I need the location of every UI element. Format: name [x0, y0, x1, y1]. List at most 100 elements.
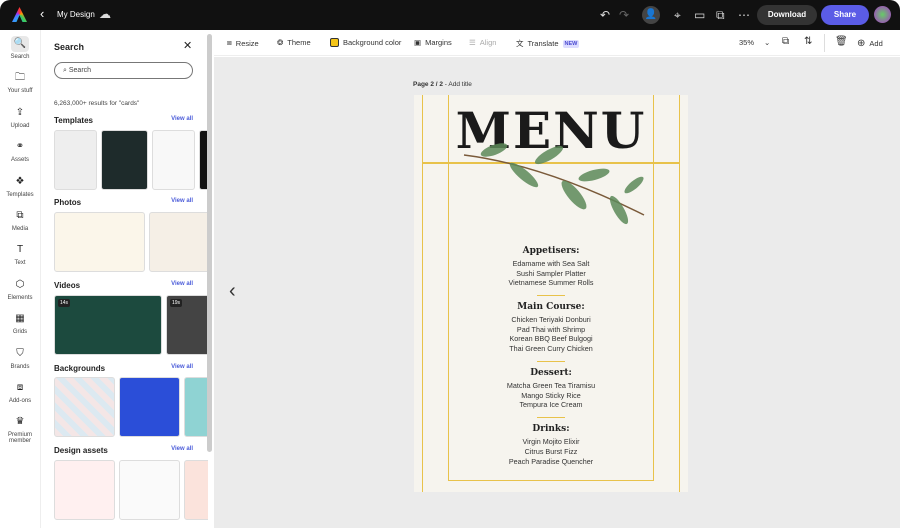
video-thumb[interactable]: 19s: [166, 295, 208, 355]
duplicate-icon[interactable]: ⧉: [782, 36, 789, 47]
margins-button[interactable]: ▣ Margins: [414, 38, 452, 47]
new-badge: NEW: [562, 39, 580, 48]
rail-label: Elements: [7, 294, 33, 301]
arrange-icon[interactable]: ⇅: [804, 36, 812, 47]
view-all-design-assets[interactable]: View all: [171, 446, 193, 452]
menu-heading: Main Course:: [517, 302, 585, 313]
rail-item-premium-member[interactable]: ♛ Premium member: [0, 414, 40, 444]
present-icon[interactable]: ⧉: [716, 8, 725, 23]
menu-content: Appetisers: Edamame with Sea Salt Sushi Sa…: [414, 240, 688, 466]
template-thumb[interactable]: [54, 130, 97, 190]
rail-icon: ⧉: [16, 210, 24, 221]
view-all-templates[interactable]: View all: [171, 116, 193, 122]
rail-item-assets[interactable]: ⚭ Assets: [0, 139, 40, 163]
toolbar: ⧈ Resize ❂ Theme Background color ▣ Margins…: [214, 30, 900, 56]
comment-icon[interactable]: ▭: [694, 8, 705, 22]
panel-scrollbar[interactable]: [207, 34, 212, 452]
rail-label: Grids: [12, 329, 28, 336]
left-rail: 🔍 Search 🗀 Your stuff ⇪ Upload ⚭ Assets ❖ Templat…: [0, 30, 40, 528]
app-logo[interactable]: [12, 7, 27, 22]
asset-thumb[interactable]: [184, 460, 208, 520]
back-button[interactable]: ‹: [40, 6, 44, 21]
color-swatch: [330, 38, 339, 47]
top-bar: ‹ My Design ☁ ↶ ↷ 👤 ⌖ ▭ ⧉ ⋯ Download Sha…: [0, 0, 900, 30]
rail-label: Brands: [10, 363, 30, 370]
asset-thumb[interactable]: [54, 460, 115, 520]
design-title[interactable]: My Design: [57, 10, 95, 19]
previous-page-button[interactable]: ‹: [229, 280, 236, 303]
search-input[interactable]: ⌕ Search: [54, 62, 193, 79]
margins-icon: ▣: [414, 38, 422, 47]
menu-item: Korean BBQ Beef Bulgogi: [509, 334, 593, 344]
rail-icon: ❖: [15, 175, 25, 187]
rail-item-text[interactable]: T Text: [0, 242, 40, 266]
rail-item-media[interactable]: ⧉ Media: [0, 208, 40, 232]
video-thumb[interactable]: 14s: [54, 295, 162, 355]
rail-item-your-stuff[interactable]: 🗀 Your stuff: [0, 70, 40, 94]
menu-item: Peach Paradise Quencher: [508, 456, 594, 466]
delete-icon[interactable]: 🗑: [835, 36, 848, 47]
rail-label: Assets: [10, 157, 29, 164]
rail-label: Add-ons: [8, 398, 32, 404]
rail-item-search[interactable]: 🔍 Search: [0, 36, 40, 60]
background-color-button[interactable]: Background color: [330, 38, 401, 47]
menu-item: Edamame with Sea Salt: [512, 259, 590, 268]
menu-item: Matcha Green Tea Tiramisu: [506, 381, 596, 391]
rail-icon: ⛉: [16, 347, 24, 359]
close-icon[interactable]: ✕: [183, 39, 192, 52]
search-panel: Search ✕ ⌕ Search 6,263,000+ results for…: [40, 30, 208, 528]
download-button[interactable]: Download: [757, 5, 817, 25]
asset-thumb[interactable]: [119, 460, 180, 520]
theme-button[interactable]: ❂ Theme: [277, 38, 311, 47]
search-icon: ⌕: [63, 67, 67, 74]
view-all-photos[interactable]: View all: [171, 198, 193, 204]
resize-button[interactable]: ⧈ Resize: [227, 38, 259, 48]
rail-item-templates[interactable]: ❖ Templates: [0, 174, 40, 198]
rail-item-elements[interactable]: ⬡ Elements: [0, 277, 40, 301]
more-icon[interactable]: ⋯: [738, 8, 750, 22]
section-divider: [537, 416, 565, 419]
results-count: 6,263,000+ results for "cards": [54, 100, 140, 107]
translate-button[interactable]: 文 Translate NEW: [516, 38, 580, 49]
rail-item-grids[interactable]: ▦ Grids: [0, 311, 40, 335]
background-thumb[interactable]: [54, 377, 115, 437]
divider: [824, 34, 825, 52]
menu-item: Virgin Mojito Elixir: [522, 437, 580, 447]
menu-item: Thai Green Curry Chicken: [509, 344, 593, 354]
background-thumb[interactable]: [119, 377, 180, 437]
align-icon: ☰: [469, 38, 476, 47]
zoom-select[interactable]: 35% ⌄: [739, 38, 770, 47]
rail-label: Templates: [6, 191, 34, 198]
add-title-link[interactable]: Add title: [448, 81, 472, 88]
template-thumb[interactable]: [101, 130, 148, 190]
section-videos: Videos: [54, 281, 81, 290]
view-all-backgrounds[interactable]: View all: [171, 364, 193, 370]
location-icon[interactable]: ⌖: [674, 8, 681, 23]
avatar[interactable]: [874, 6, 891, 23]
add-button[interactable]: ⊕ Add: [857, 38, 883, 49]
rail-icon: ▦: [15, 313, 25, 325]
menu-item: Pad Thai with Shrimp: [516, 324, 586, 334]
undo-icon[interactable]: ↶: [600, 8, 610, 22]
background-thumb[interactable]: [184, 377, 208, 437]
rail-label: Premium member: [7, 432, 32, 445]
rail-item-brands[interactable]: ⛉ Brands: [0, 346, 40, 370]
share-button[interactable]: Share: [821, 5, 869, 25]
template-thumb[interactable]: [152, 130, 195, 190]
redo-icon[interactable]: ↷: [619, 8, 629, 22]
photo-thumb[interactable]: [54, 212, 145, 272]
rail-item-add-ons[interactable]: ⧈ Add-ons: [0, 380, 40, 404]
section-backgrounds: Backgrounds: [54, 364, 106, 373]
rail-label: Your stuff: [7, 88, 33, 95]
design-page[interactable]: MENU Appetisers: Edamame with Sea Salt Sus…: [414, 95, 688, 492]
menu-heading: Appetisers:: [522, 246, 580, 256]
page-label: Page 2 / 2 - Add title: [413, 81, 472, 88]
rail-label: Upload: [10, 122, 30, 129]
view-all-videos[interactable]: View all: [171, 281, 193, 287]
align-button[interactable]: ☰ Align: [469, 38, 496, 47]
photo-thumb[interactable]: [149, 212, 208, 272]
invite-user-icon[interactable]: 👤: [642, 6, 660, 24]
rail-item-upload[interactable]: ⇪ Upload: [0, 105, 40, 129]
rail-icon: ⧈: [16, 382, 24, 393]
rail-label: Text: [14, 260, 26, 267]
